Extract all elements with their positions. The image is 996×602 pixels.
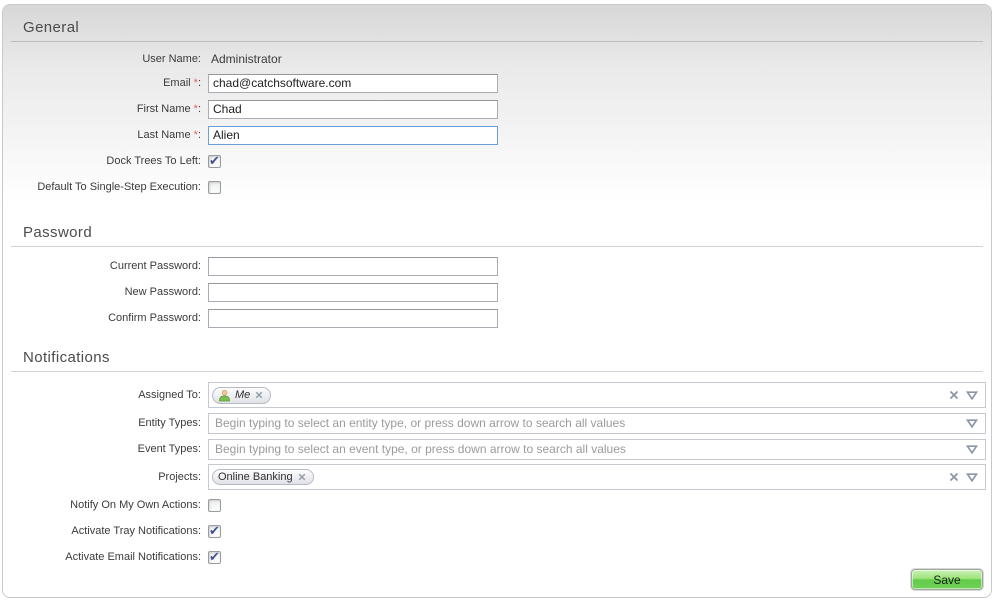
- user-name-value: Administrator: [208, 52, 282, 66]
- clear-selection-icon[interactable]: [949, 472, 959, 482]
- tag-label: Online Banking: [218, 471, 293, 483]
- dock-trees-label: Dock Trees To Left:: [3, 155, 201, 167]
- tag-remove-icon[interactable]: [255, 391, 263, 399]
- section-title-notifications: Notifications: [11, 335, 983, 372]
- assigned-to-multiselect[interactable]: Me: [208, 382, 986, 408]
- tray-notifications-checkbox[interactable]: [208, 525, 221, 538]
- row-dock-trees: Dock Trees To Left:: [3, 148, 991, 174]
- event-types-label: Event Types:: [3, 443, 201, 455]
- person-icon: [218, 389, 231, 402]
- section-title-password: Password: [11, 210, 983, 247]
- event-types-input[interactable]: [212, 441, 960, 457]
- email-field[interactable]: [208, 74, 498, 93]
- confirm-password-field[interactable]: [208, 309, 498, 328]
- row-projects: Projects: Online Banking: [3, 462, 991, 492]
- assigned-to-tag-me[interactable]: Me: [212, 387, 271, 404]
- notify-own-actions-checkbox[interactable]: [208, 499, 221, 512]
- tag-label: Me: [235, 389, 250, 401]
- row-event-types: Event Types:: [3, 436, 991, 462]
- section-title-general: General: [11, 5, 983, 42]
- row-current-password: Current Password:: [3, 253, 991, 279]
- user-settings-panel: General User Name: Administrator Email *…: [2, 4, 992, 598]
- section-general: General User Name: Administrator Email *…: [3, 5, 991, 204]
- section-notifications: Notifications Assigned To: Me: [3, 331, 991, 570]
- row-assigned-to: Assigned To: Me: [3, 380, 991, 410]
- email-label: Email *:: [3, 77, 201, 89]
- entity-types-input[interactable]: [212, 415, 960, 431]
- first-name-label: First Name *:: [3, 103, 201, 115]
- projects-tag-online-banking[interactable]: Online Banking: [212, 469, 314, 485]
- email-notifications-label: Activate Email Notifications:: [3, 551, 201, 563]
- confirm-password-label: Confirm Password:: [3, 312, 201, 324]
- new-password-field[interactable]: [208, 283, 498, 302]
- row-tray-notifications: Activate Tray Notifications:: [3, 518, 991, 544]
- last-name-label: Last Name *:: [3, 129, 201, 141]
- section-password: Password Current Password: New Password:…: [3, 204, 991, 331]
- user-name-label: User Name:: [3, 53, 201, 65]
- row-email: Email *:: [3, 70, 991, 96]
- single-step-checkbox[interactable]: [208, 181, 221, 194]
- dropdown-arrow-icon[interactable]: [966, 391, 978, 400]
- row-entity-types: Entity Types:: [3, 410, 991, 436]
- first-name-field[interactable]: [208, 100, 498, 119]
- event-types-multiselect[interactable]: [208, 439, 986, 460]
- entity-types-multiselect[interactable]: [208, 413, 986, 434]
- dock-trees-checkbox[interactable]: [208, 155, 221, 168]
- new-password-label: New Password:: [3, 286, 201, 298]
- dropdown-arrow-icon[interactable]: [966, 419, 978, 428]
- row-confirm-password: Confirm Password:: [3, 305, 991, 331]
- dropdown-arrow-icon[interactable]: [966, 445, 978, 454]
- row-user-name: User Name: Administrator: [3, 48, 991, 70]
- entity-types-label: Entity Types:: [3, 417, 201, 429]
- projects-multiselect[interactable]: Online Banking: [208, 464, 986, 490]
- notify-own-actions-label: Notify On My Own Actions:: [3, 499, 201, 511]
- last-name-field[interactable]: [208, 126, 498, 145]
- tag-remove-icon[interactable]: [298, 473, 306, 481]
- row-email-notifications: Activate Email Notifications:: [3, 544, 991, 570]
- clear-selection-icon[interactable]: [949, 390, 959, 400]
- dropdown-arrow-icon[interactable]: [966, 473, 978, 482]
- projects-label: Projects:: [3, 471, 201, 483]
- current-password-label: Current Password:: [3, 260, 201, 272]
- single-step-label: Default To Single-Step Execution:: [3, 181, 201, 193]
- assigned-to-label: Assigned To:: [3, 389, 201, 401]
- row-single-step: Default To Single-Step Execution:: [3, 174, 991, 200]
- row-first-name: First Name *:: [3, 96, 991, 122]
- email-notifications-checkbox[interactable]: [208, 551, 221, 564]
- row-new-password: New Password:: [3, 279, 991, 305]
- row-last-name: Last Name *:: [3, 122, 991, 148]
- save-button[interactable]: Save: [911, 569, 983, 590]
- current-password-field[interactable]: [208, 257, 498, 276]
- tray-notifications-label: Activate Tray Notifications:: [3, 525, 201, 537]
- row-notify-own-actions: Notify On My Own Actions:: [3, 492, 991, 518]
